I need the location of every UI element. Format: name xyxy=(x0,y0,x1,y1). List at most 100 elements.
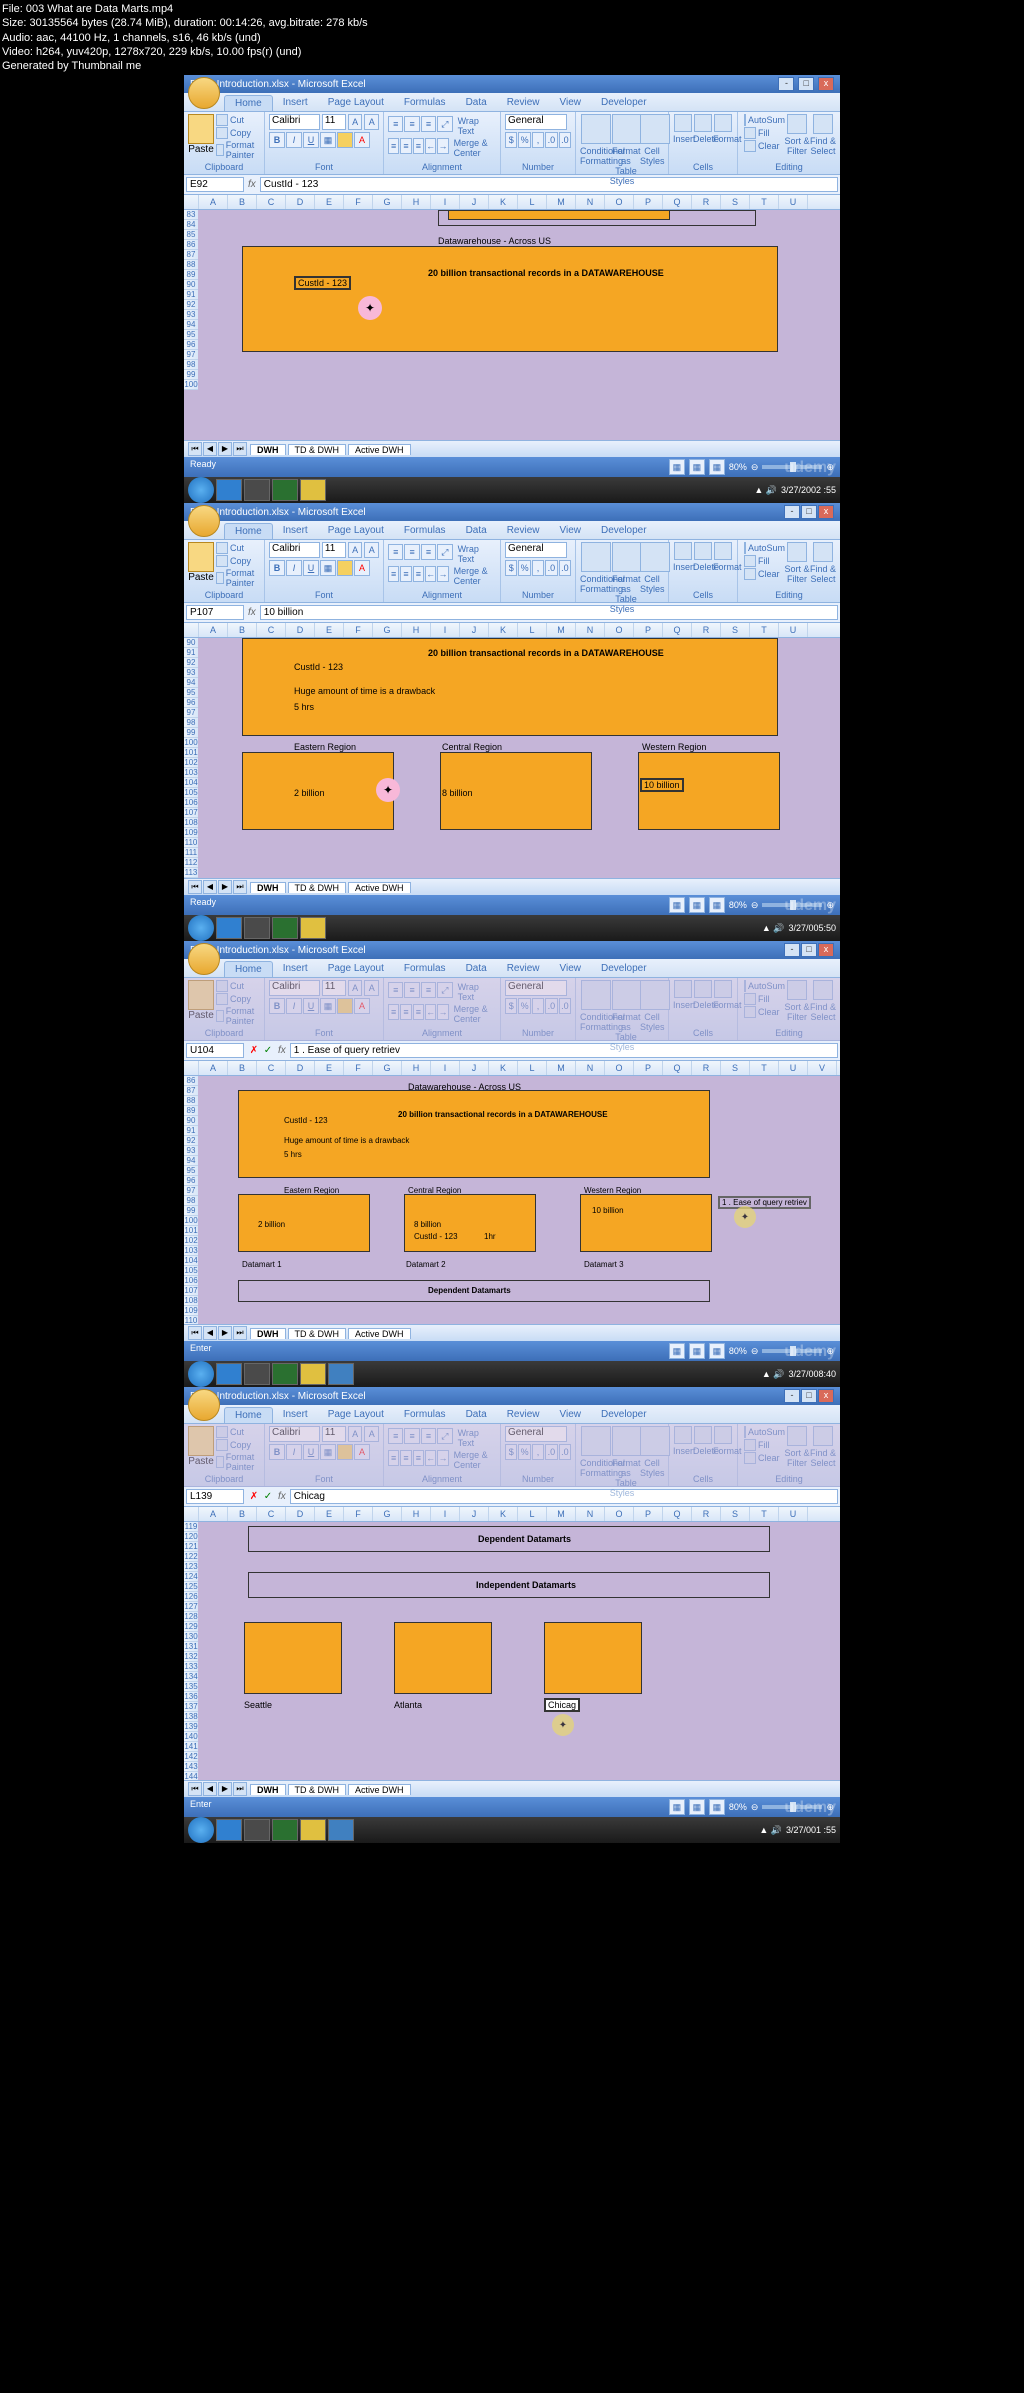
row-130[interactable]: 130 xyxy=(184,1632,198,1642)
row-141[interactable]: 141 xyxy=(184,1742,198,1752)
row-98[interactable]: 98 xyxy=(184,360,198,370)
insert-icon[interactable] xyxy=(674,114,692,132)
row-128[interactable]: 128 xyxy=(184,1612,198,1622)
row-121[interactable]: 121 xyxy=(184,1542,198,1552)
col-D[interactable]: D xyxy=(286,195,315,209)
row-87[interactable]: 87 xyxy=(184,1086,198,1096)
cancel-formula[interactable]: ✗ xyxy=(248,1491,260,1502)
row-111[interactable]: 111 xyxy=(184,848,198,858)
underline-button[interactable]: U xyxy=(303,132,319,148)
row-105[interactable]: 105 xyxy=(184,788,198,798)
row-92[interactable]: 92 xyxy=(184,1136,198,1146)
row-83[interactable]: 83 xyxy=(184,210,198,220)
row-137[interactable]: 137 xyxy=(184,1702,198,1712)
col-C[interactable]: C xyxy=(257,195,286,209)
align-left-button[interactable]: ≡ xyxy=(388,138,399,154)
accept-formula[interactable]: ✓ xyxy=(262,1491,274,1502)
percent-button[interactable]: % xyxy=(518,132,530,148)
col-B[interactable]: B xyxy=(228,195,257,209)
tab-nav-next[interactable]: ▶ xyxy=(218,442,232,456)
col-E[interactable]: E xyxy=(315,195,344,209)
table-format-icon[interactable] xyxy=(612,114,642,144)
maximize-button[interactable]: □ xyxy=(798,77,814,91)
taskbar-excel-icon[interactable] xyxy=(272,479,298,501)
row-109[interactable]: 109 xyxy=(184,1306,198,1316)
row-94[interactable]: 94 xyxy=(184,1156,198,1166)
row-100[interactable]: 100 xyxy=(184,738,198,748)
paste-button[interactable]: Paste xyxy=(188,144,214,155)
name-box[interactable]: E92 xyxy=(186,177,244,192)
row-106[interactable]: 106 xyxy=(184,798,198,808)
row-87[interactable]: 87 xyxy=(184,250,198,260)
align-center-button[interactable]: ≡ xyxy=(400,138,411,154)
col-K[interactable]: K xyxy=(489,195,518,209)
col-T[interactable]: T xyxy=(750,195,779,209)
col-P[interactable]: P xyxy=(634,195,663,209)
row-103[interactable]: 103 xyxy=(184,768,198,778)
format-icon[interactable] xyxy=(714,114,732,132)
row-144[interactable]: 144 xyxy=(184,1772,198,1780)
row-110[interactable]: 110 xyxy=(184,1316,198,1324)
tab-data[interactable]: Data xyxy=(456,95,497,111)
tab-home[interactable]: Home xyxy=(224,95,273,111)
row-126[interactable]: 126 xyxy=(184,1592,198,1602)
shrink-font-button[interactable]: A xyxy=(364,114,379,130)
row-101[interactable]: 101 xyxy=(184,748,198,758)
row-99[interactable]: 99 xyxy=(184,1206,198,1216)
row-127[interactable]: 127 xyxy=(184,1602,198,1612)
row-107[interactable]: 107 xyxy=(184,808,198,818)
row-138[interactable]: 138 xyxy=(184,1712,198,1722)
formula-input[interactable]: 10 billion xyxy=(260,605,838,620)
tab-view[interactable]: View xyxy=(549,95,591,111)
row-92[interactable]: 92 xyxy=(184,658,198,668)
autosum-button[interactable]: AutoSum xyxy=(744,114,784,126)
border-button[interactable]: ▦ xyxy=(320,132,336,148)
row-84[interactable]: 84 xyxy=(184,220,198,230)
tab-nav-last[interactable]: ⏭ xyxy=(233,442,247,456)
fx-icon[interactable]: fx xyxy=(248,179,256,190)
selected-cell[interactable]: 1 . Ease of query retriev xyxy=(718,1196,811,1209)
tray-icons[interactable]: ▲ 🔊 xyxy=(754,485,777,496)
worksheet[interactable]: 8384858687888990919293949596979899100 Da… xyxy=(184,210,840,440)
row-102[interactable]: 102 xyxy=(184,758,198,768)
row-108[interactable]: 108 xyxy=(184,818,198,828)
row-112[interactable]: 112 xyxy=(184,858,198,868)
col-H[interactable]: H xyxy=(402,195,431,209)
row-88[interactable]: 88 xyxy=(184,1096,198,1106)
wrap-text-button[interactable]: Wrap Text xyxy=(458,116,496,136)
row-135[interactable]: 135 xyxy=(184,1682,198,1692)
formula-input[interactable]: CustId - 123 xyxy=(260,177,838,192)
row-140[interactable]: 140 xyxy=(184,1732,198,1742)
row-94[interactable]: 94 xyxy=(184,678,198,688)
taskbar-notes-icon[interactable] xyxy=(300,479,326,501)
cancel-formula[interactable]: ✗ xyxy=(248,1045,260,1056)
row-97[interactable]: 97 xyxy=(184,708,198,718)
row-142[interactable]: 142 xyxy=(184,1752,198,1762)
name-box[interactable]: L139 xyxy=(186,1489,244,1504)
row-104[interactable]: 104 xyxy=(184,778,198,788)
selected-cell[interactable]: 10 billion xyxy=(640,778,684,792)
delete-icon[interactable] xyxy=(694,114,712,132)
row-93[interactable]: 93 xyxy=(184,310,198,320)
name-box[interactable]: P107 xyxy=(186,605,244,620)
view-normal-icon[interactable]: ▦ xyxy=(669,459,685,475)
row-134[interactable]: 134 xyxy=(184,1672,198,1682)
row-143[interactable]: 143 xyxy=(184,1762,198,1772)
tab-developer[interactable]: Developer xyxy=(591,95,657,111)
sheet-tab-dwh[interactable]: DWH xyxy=(250,444,286,455)
taskbar-chrome-icon[interactable] xyxy=(244,479,270,501)
row-104[interactable]: 104 xyxy=(184,1256,198,1266)
selected-cell[interactable]: Chicag xyxy=(544,1698,580,1712)
align-mid-button[interactable]: ≡ xyxy=(404,116,419,132)
col-L[interactable]: L xyxy=(518,195,547,209)
formula-input[interactable]: 1 . Ease of query retriev xyxy=(290,1043,838,1058)
row-95[interactable]: 95 xyxy=(184,330,198,340)
cond-format-icon[interactable] xyxy=(581,114,611,144)
selected-cell[interactable]: CustId - 123 xyxy=(294,276,351,290)
row-90[interactable]: 90 xyxy=(184,1116,198,1126)
indent-dec-button[interactable]: ← xyxy=(425,138,436,154)
row-120[interactable]: 120 xyxy=(184,1532,198,1542)
font-name-select[interactable]: Calibri xyxy=(269,114,320,130)
cut-button[interactable]: Cut xyxy=(216,114,260,126)
row-105[interactable]: 105 xyxy=(184,1266,198,1276)
